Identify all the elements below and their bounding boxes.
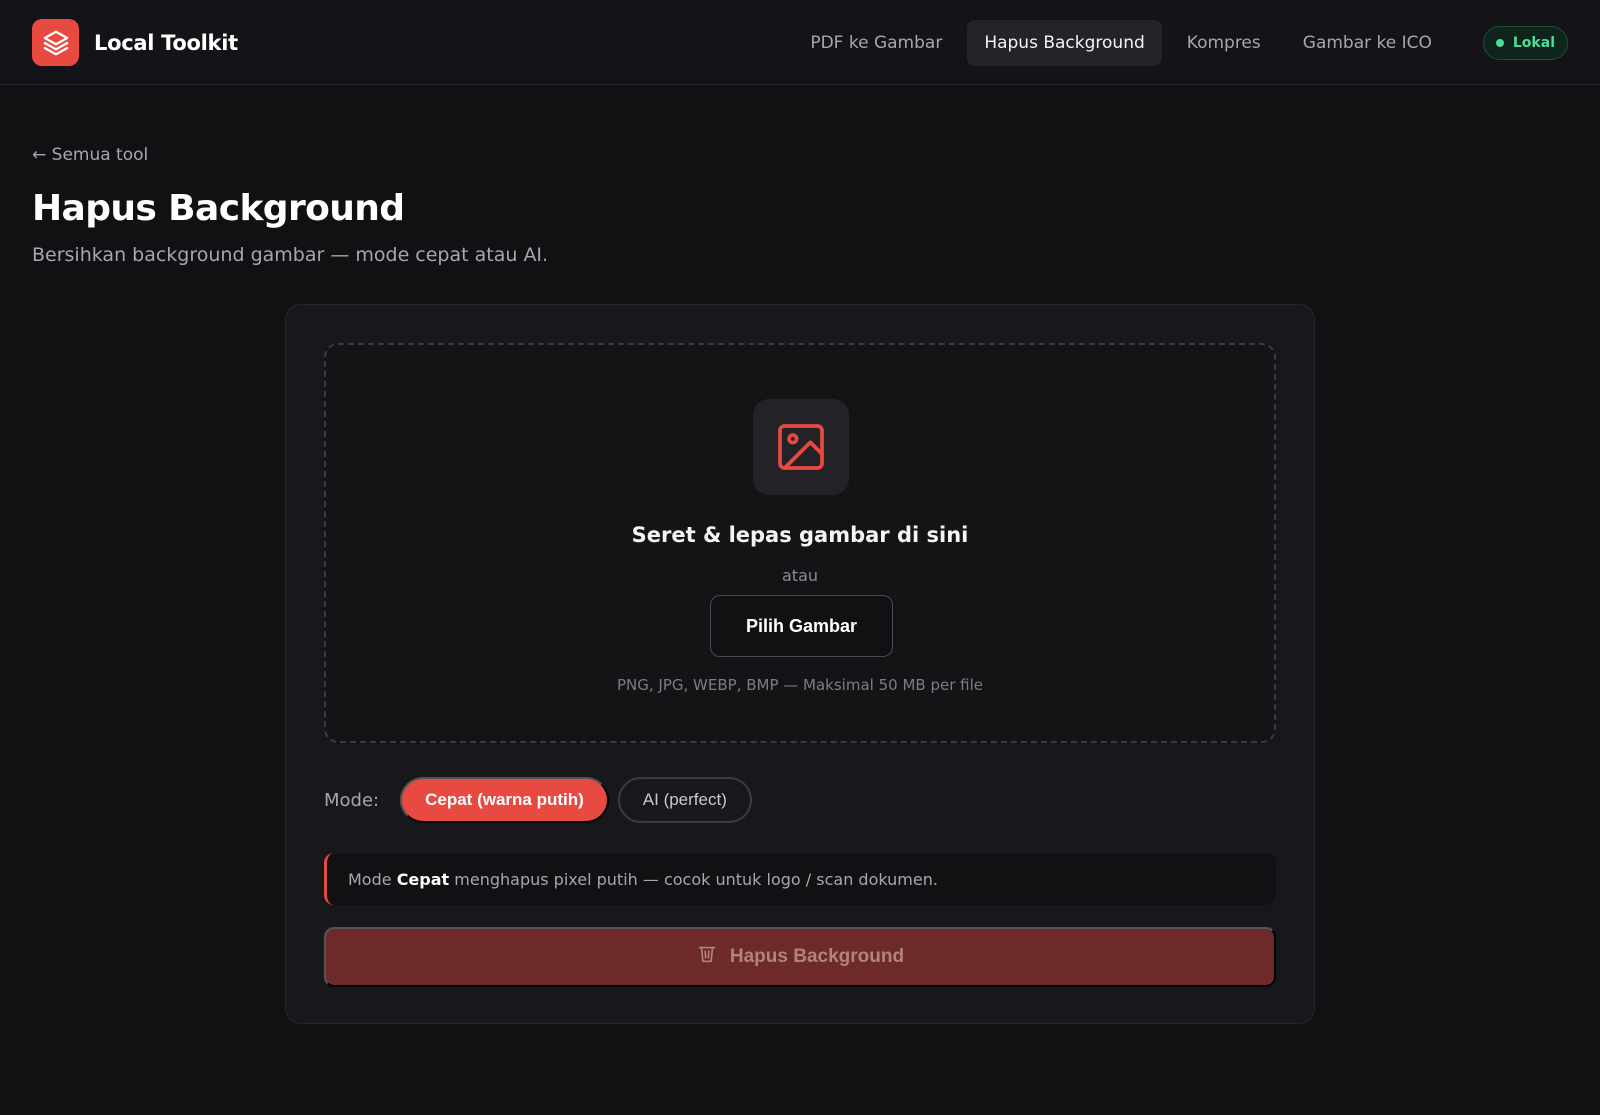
app-name: Local Toolkit <box>94 30 238 55</box>
image-icon <box>753 399 849 495</box>
dropzone-title: Seret & lepas gambar di sini <box>631 523 969 547</box>
status-dot-icon <box>1495 39 1504 47</box>
dropzone[interactable]: Seret & lepas gambar di sini atau Pilih … <box>324 343 1276 743</box>
page-subtitle: Bersihkan background gambar — mode cepat… <box>32 244 549 266</box>
info-highlight: Cepat <box>396 869 450 889</box>
remove-background-button[interactable]: Hapus Background <box>324 927 1276 987</box>
mode-info-note: Mode Cepat menghapus pixel putih — cocok… <box>324 853 1276 905</box>
layers-icon <box>32 19 79 66</box>
info-rest: menghapus pixel putih — cocok untuk logo… <box>454 869 938 889</box>
choose-image-button[interactable]: Pilih Gambar <box>710 595 893 657</box>
page-title: Hapus Background <box>32 188 405 229</box>
dropzone-or-text: atau <box>781 566 819 585</box>
mode-label: Mode: <box>324 789 380 811</box>
nav-pdf-to-image[interactable]: PDF ke Gambar <box>793 20 959 66</box>
info-prefix: Mode <box>348 869 392 889</box>
brand[interactable]: Local Toolkit <box>32 19 238 66</box>
back-link[interactable]: ← Semua tool <box>32 145 148 165</box>
mode-ai-button[interactable]: AI (perfect) <box>617 777 752 823</box>
nav-image-to-ico[interactable]: Gambar ke ICO <box>1286 20 1449 66</box>
nav-compress[interactable]: Kompres <box>1170 20 1278 66</box>
status-badge: Lokal <box>1482 26 1568 60</box>
main-nav: PDF ke Gambar Hapus Background Kompres G… <box>785 20 1568 66</box>
mode-selector: Mode: Cepat (warna putih) AI (perfect) <box>324 777 761 823</box>
tool-card: Seret & lepas gambar di sini atau Pilih … <box>285 304 1315 1024</box>
remove-background-label: Hapus Background <box>729 946 905 967</box>
mode-fast-button[interactable]: Cepat (warna putih) <box>400 777 609 823</box>
nav-remove-background[interactable]: Hapus Background <box>967 20 1162 66</box>
top-bar: Local Toolkit PDF ke Gambar Hapus Backgr… <box>0 0 1600 85</box>
trash-icon <box>696 943 718 971</box>
status-label: Lokal <box>1512 35 1555 51</box>
dropzone-hint: PNG, JPG, WEBP, BMP — Maksimal 50 MB per… <box>617 676 983 694</box>
